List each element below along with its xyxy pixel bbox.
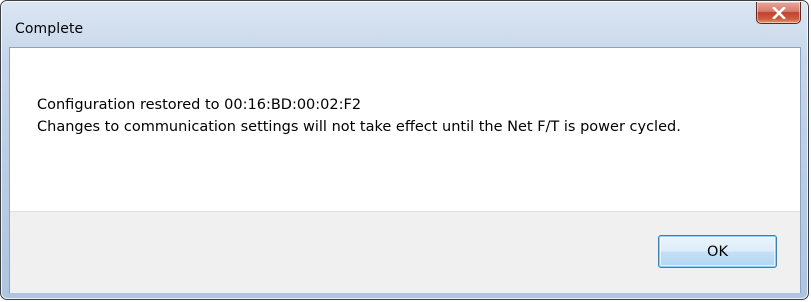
message-area: Configuration restored to 00:16:BD:00:02… <box>10 48 800 211</box>
title-bar[interactable]: Complete <box>1 1 808 47</box>
close-icon <box>771 6 786 19</box>
message-line-changes: Changes to communication settings will n… <box>37 119 681 135</box>
ok-button[interactable]: OK <box>658 235 777 268</box>
message-line-restored: Configuration restored to 00:16:BD:00:02… <box>37 97 362 113</box>
window-title: Complete <box>15 21 84 37</box>
button-bar: OK <box>10 211 800 293</box>
message-text: Configuration restored to 00:16:BD:00:02… <box>37 94 777 138</box>
close-button[interactable] <box>756 2 801 24</box>
dialog-window: Complete Configuration restored to 00:16… <box>0 0 809 300</box>
dialog-client-area: Configuration restored to 00:16:BD:00:02… <box>9 47 801 293</box>
